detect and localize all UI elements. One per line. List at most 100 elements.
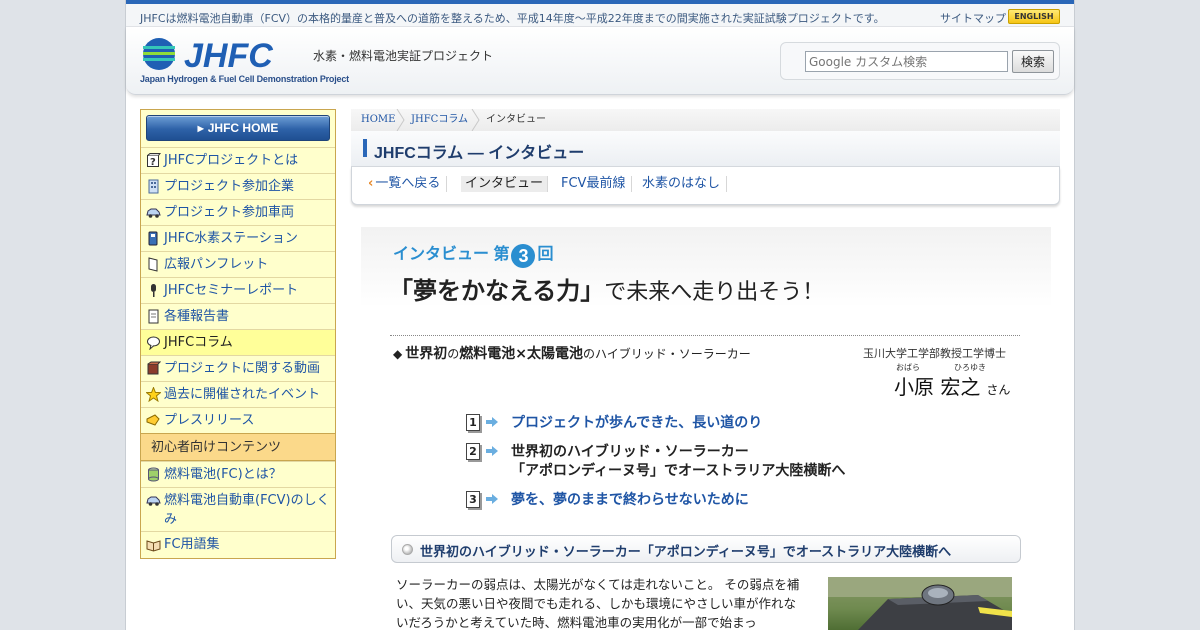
fuel-cell-icon xyxy=(148,467,159,482)
sidebar-menu: ? JHFCプロジェクトとは プロジェクト参加企業 プロジェクト参加車両 JHF… xyxy=(141,147,335,557)
sidebar-item-label: JHFCプロジェクトとは xyxy=(164,153,299,168)
toc-text: 世界初のハイブリッド・ソーラーカー xyxy=(511,444,749,460)
label-pre: インタビュー 第 xyxy=(393,246,510,263)
book-icon xyxy=(146,540,161,552)
sidebar-item-project-about[interactable]: ? JHFCプロジェクトとは xyxy=(141,147,335,173)
title-accent-bar xyxy=(363,139,367,157)
site-header: JHFC Japan Hydrogen & Fuel Cell Demonstr… xyxy=(126,27,1074,95)
sidebar: ▶ JHFC HOME ? JHFCプロジェクトとは プロジェクト参加企業 プロジ… xyxy=(140,109,336,559)
interview-banner: インタビュー 第3回 「夢をかなえる力」で未来へ走り出そう！ xyxy=(361,227,1051,322)
tab-fcv-frontline[interactable]: FCV最前線 xyxy=(561,176,633,192)
logo-japanese-title: 水素・燃料電池実証プロジェクト xyxy=(313,49,494,63)
sidebar-item-label: JHFC水素ステーション xyxy=(164,231,298,246)
megaphone-icon xyxy=(146,414,160,426)
sidebar-item-column[interactable]: JHFCコラム xyxy=(141,329,335,355)
logo-text: JHFC xyxy=(184,37,273,73)
microphone-icon xyxy=(151,284,156,297)
toc-number: 3 xyxy=(466,491,480,508)
sidebar-item-companies[interactable]: プロジェクト参加企業 xyxy=(141,173,335,199)
tab-interview[interactable]: インタビュー xyxy=(461,176,549,192)
article-body: ソーラーカーの弱点は、太陽光がなくては走れないこと。 その弱点を補い、天気の悪い… xyxy=(396,577,800,630)
interview-headline: 「夢をかなえる力」で未来へ走り出そう！ xyxy=(389,271,824,306)
project-summary: JHFCは燃料電池自動車（FCV）の本格的量産と普及への道筋を整えるため、平成1… xyxy=(140,12,885,25)
toc-number: 1 xyxy=(466,414,480,431)
sidebar-item-fcv-mechanism[interactable]: 燃料電池自動車(FCV)のしくみ xyxy=(141,487,335,531)
sidebar-item-glossary[interactable]: FC用語集 xyxy=(141,531,335,557)
sidebar-item-vehicles[interactable]: プロジェクト参加車両 xyxy=(141,199,335,225)
breadcrumb-home[interactable]: HOME xyxy=(361,111,395,129)
sidebar-item-reports[interactable]: 各種報告書 xyxy=(141,303,335,329)
car-icon xyxy=(146,208,161,218)
feature-part-3: 燃料電池×太陽電池 xyxy=(459,346,583,362)
back-to-list-link[interactable]: ‹ 一覧へ戻る xyxy=(368,176,448,192)
building-icon xyxy=(148,179,159,194)
solar-car-image xyxy=(828,577,1012,630)
feature-part-4: のハイブリッド・ソーラーカー xyxy=(582,347,751,361)
search-box: 検索 xyxy=(780,42,1060,80)
sidebar-item-label: プロジェクト参加企業 xyxy=(164,179,295,194)
divider xyxy=(390,335,1020,336)
honorific: さん xyxy=(986,383,1011,397)
tab-hydrogen-story[interactable]: 水素のはなし xyxy=(642,176,728,192)
interview-number-label: インタビュー 第3回 xyxy=(393,240,553,268)
svg-text:?: ? xyxy=(150,157,156,168)
home-label: JHFC HOME xyxy=(207,121,279,135)
toc-number: 2 xyxy=(466,443,480,460)
english-button[interactable]: ENGLISH xyxy=(1008,9,1060,24)
sidebar-item-label: 広報パンフレット xyxy=(164,257,269,272)
page-title-bar: JHFCコラム ― インタビュー xyxy=(351,131,1060,167)
star-icon xyxy=(146,387,161,402)
solar-car-photo xyxy=(828,577,1012,630)
sidebar-item-seminar[interactable]: JHFCセミナーレポート xyxy=(141,277,335,303)
feature-part-1: 世界初 xyxy=(405,346,448,362)
page: JHFCは燃料電池自動車（FCV）の本格的量産と普及への道筋を整えるため、平成1… xyxy=(125,0,1075,630)
sitemap-link[interactable]: サイトマップ xyxy=(940,10,1006,26)
chevron-right-icon xyxy=(396,109,405,131)
sidebar-item-label: 各種報告書 xyxy=(164,309,230,324)
headline-emphasis: 「夢をかなえる力」 xyxy=(389,278,605,305)
search-button[interactable]: 検索 xyxy=(1012,50,1054,73)
professor-name: 小原 宏之 さん xyxy=(894,371,1010,400)
sidebar-item-events[interactable]: 過去に開催されたイベント xyxy=(141,381,335,407)
station-icon xyxy=(148,231,158,246)
sidebar-item-press[interactable]: プレスリリース xyxy=(141,407,335,433)
page-title: JHFCコラム ― インタビュー xyxy=(374,145,585,162)
jhfc-logo-icon: JHFC xyxy=(143,37,273,75)
interview-number: 3 xyxy=(511,244,536,268)
back-label: 一覧へ戻る xyxy=(375,176,441,191)
video-cube-icon xyxy=(147,361,161,375)
label-post: 回 xyxy=(537,246,554,263)
jhfc-logo[interactable]: JHFC xyxy=(140,37,308,77)
sub-navigation: ‹ 一覧へ戻る インタビュー FCV最前線 水素のはなし xyxy=(351,167,1060,205)
toc-text: 夢を、夢のままで終わらせないために xyxy=(511,492,749,508)
search-input[interactable] xyxy=(805,51,1008,72)
pamphlet-icon xyxy=(148,257,158,272)
toc-text-line-2: 「アポロンディーヌ号」でオーストラリア大陸横断へ xyxy=(511,463,846,479)
sidebar-item-label: プレスリリース xyxy=(164,413,255,428)
section-heading-text: 世界初のハイブリッド・ソーラーカー「アポロンディーヌ号」でオーストラリア大陸横断… xyxy=(420,545,952,560)
jhfc-home-button[interactable]: ▶ JHFC HOME xyxy=(146,115,330,141)
breadcrumb: HOME JHFCコラム インタビュー xyxy=(351,109,1060,131)
breadcrumb-column[interactable]: JHFCコラム xyxy=(411,111,468,129)
chevron-right-icon xyxy=(471,109,480,131)
pointer-arrow-icon xyxy=(486,494,498,504)
breadcrumb-current: インタビュー xyxy=(486,114,546,125)
sidebar-item-label: プロジェクトに関する動画 xyxy=(164,361,321,376)
sidebar-item-label: JHFCセミナーレポート xyxy=(164,283,299,298)
chevron-left-icon: ‹ xyxy=(368,176,374,191)
headline-rest: で未来へ走り出そう！ xyxy=(604,279,825,304)
sidebar-item-stations[interactable]: JHFC水素ステーション xyxy=(141,225,335,251)
speech-bubble-icon xyxy=(147,336,160,350)
sidebar-item-label: プロジェクト参加車両 xyxy=(164,205,295,220)
diamond-icon: ◆ xyxy=(393,347,403,361)
question-cube-icon: ? xyxy=(147,153,161,168)
sidebar-item-label: 燃料電池(FC)とは？ xyxy=(164,467,282,482)
sidebar-item-videos[interactable]: プロジェクトに関する動画 xyxy=(141,355,335,381)
name-text: 小原 宏之 xyxy=(894,375,981,399)
professor-title: 玉川大学工学部教授工学博士 xyxy=(863,347,1006,360)
sidebar-item-label: 過去に開催されたイベント xyxy=(164,387,321,402)
sidebar-item-fuel-cell[interactable]: 燃料電池(FC)とは？ xyxy=(141,461,335,487)
toc-text: プロジェクトが歩んできた、長い道のり xyxy=(511,415,763,431)
pointer-arrow-icon xyxy=(486,417,498,427)
sidebar-item-pamphlet[interactable]: 広報パンフレット xyxy=(141,251,335,277)
